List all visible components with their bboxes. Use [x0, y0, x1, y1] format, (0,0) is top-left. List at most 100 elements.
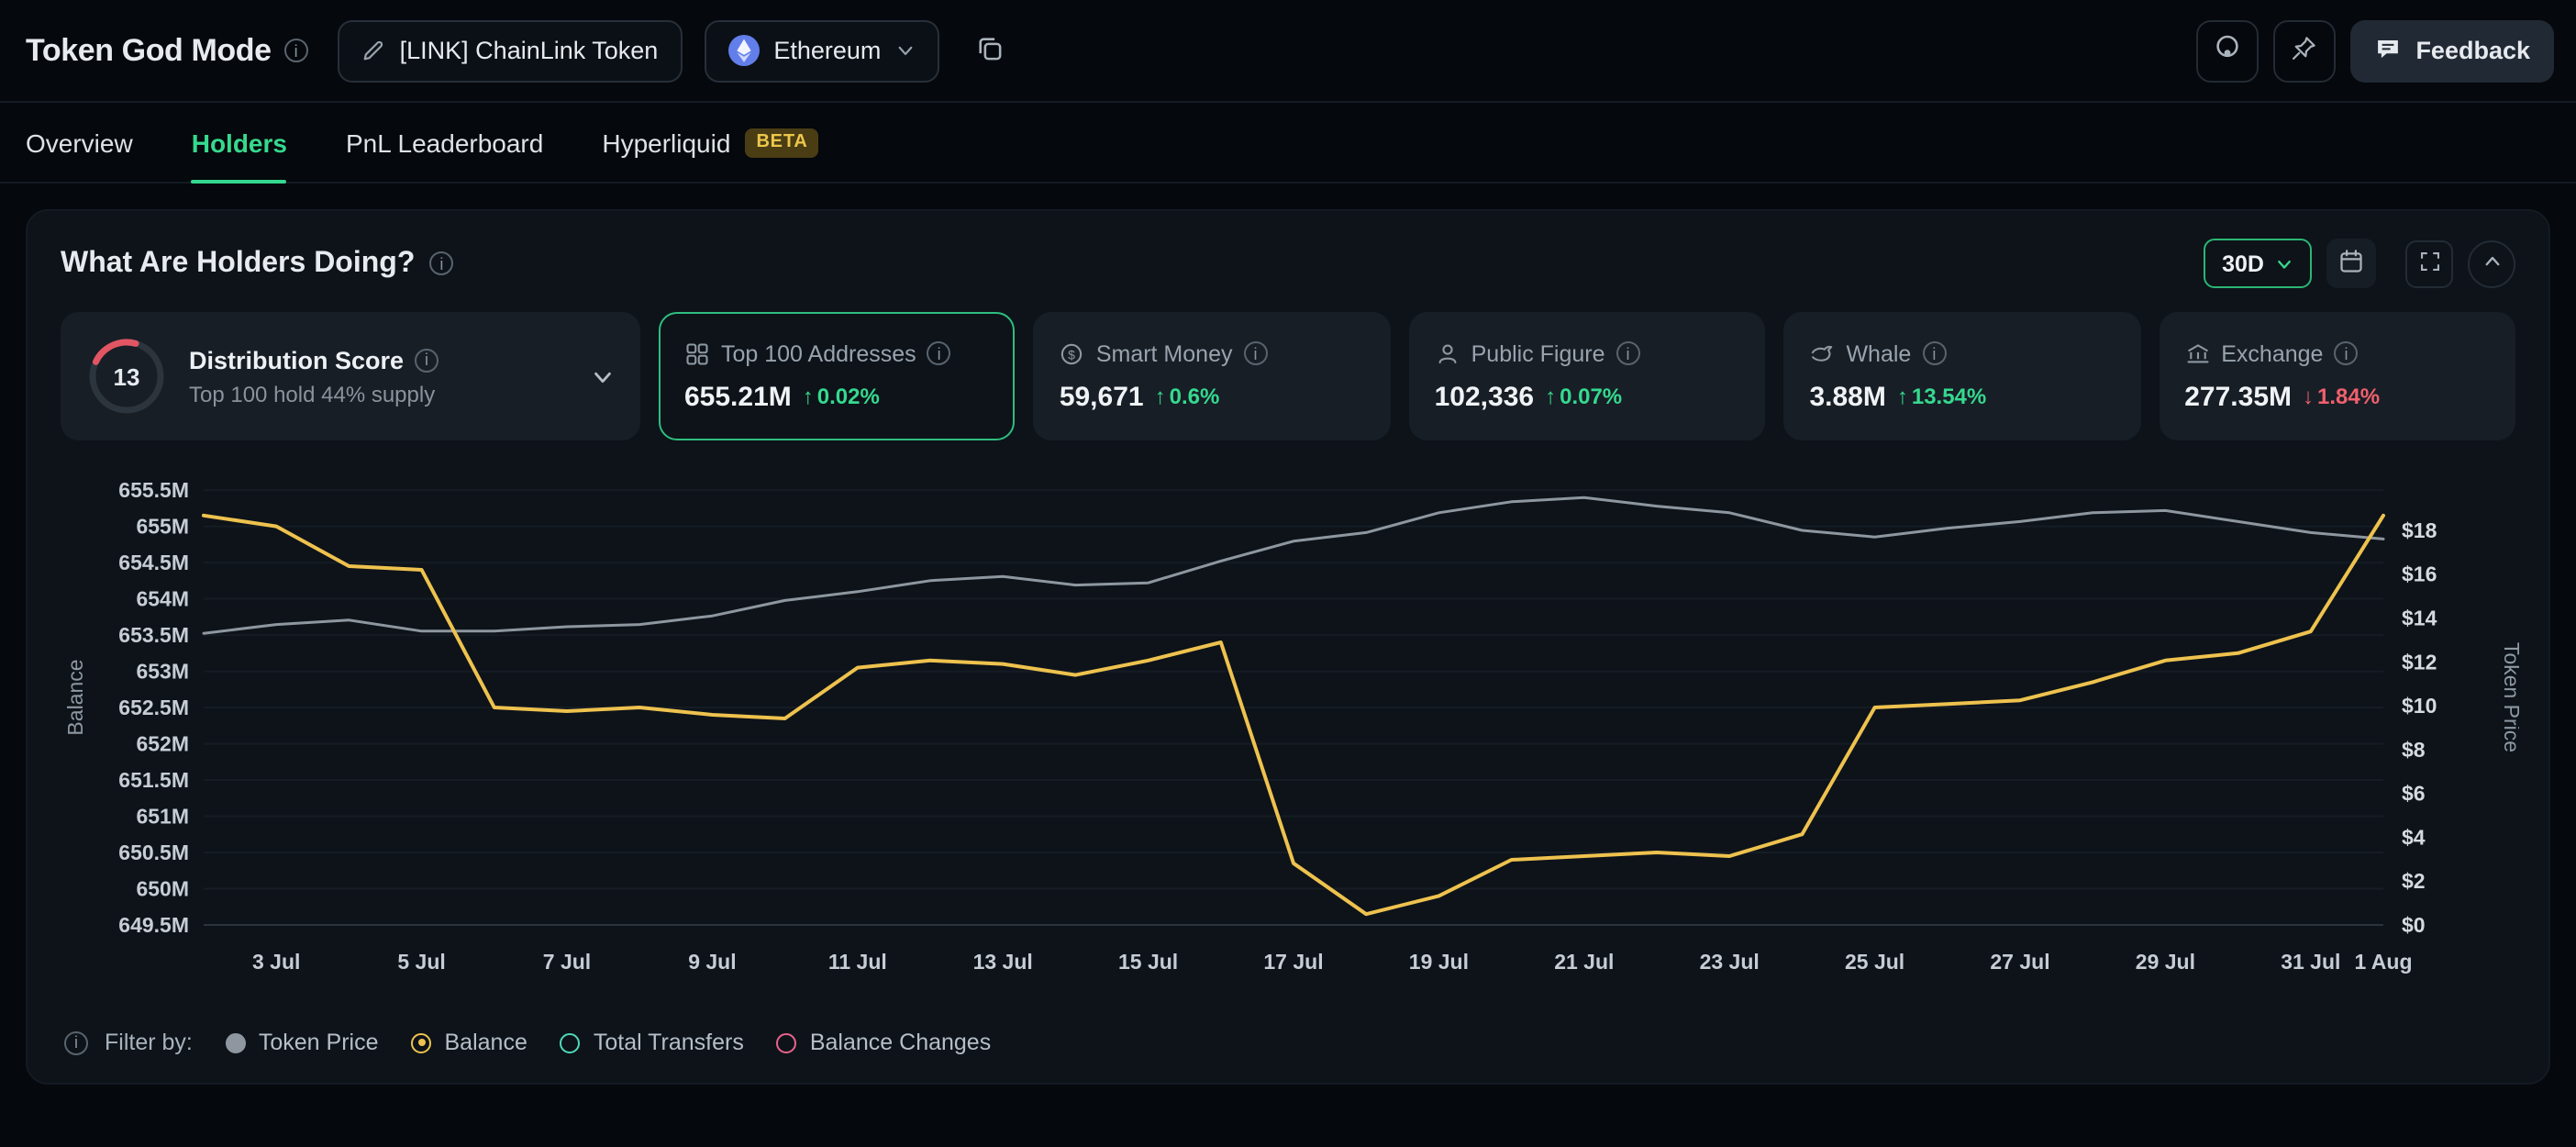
- legend-label: Balance: [445, 1030, 527, 1055]
- info-icon[interactable]: [927, 341, 951, 365]
- svg-text:$10: $10: [2402, 694, 2437, 718]
- legend-item-balance-changes[interactable]: Balance Changes: [777, 1030, 991, 1055]
- stat-card-public-figure[interactable]: Public Figure 102,336 0.07%: [1409, 312, 1766, 440]
- top-100-addresses-icon: [684, 340, 710, 366]
- svg-text:653M: 653M: [136, 660, 189, 684]
- exchange-icon: [2184, 340, 2210, 366]
- chevron-down-icon[interactable]: [591, 364, 615, 388]
- legend-label: Token Price: [259, 1030, 379, 1055]
- fullscreen-button[interactable]: [2405, 239, 2453, 287]
- tab-hyperliquid[interactable]: Hyperliquid BETA: [602, 103, 818, 182]
- ethereum-logo-icon: [727, 35, 759, 66]
- holders-panel: What Are Holders Doing? 30D: [26, 209, 2550, 1085]
- stat-card-label: Exchange: [2221, 340, 2323, 366]
- svg-text:11 Jul: 11 Jul: [828, 950, 887, 974]
- stat-card-change: 0.07%: [1545, 384, 1622, 409]
- info-icon[interactable]: [64, 1030, 88, 1054]
- public-figure-icon: [1435, 340, 1460, 366]
- feedback-icon: [2373, 34, 2401, 67]
- svg-text:653.5M: 653.5M: [118, 623, 189, 647]
- info-icon[interactable]: [1244, 341, 1268, 365]
- svg-text:3 Jul: 3 Jul: [252, 950, 300, 974]
- stat-card-change: 0.02%: [803, 384, 880, 409]
- beta-badge: BETA: [745, 128, 818, 157]
- svg-text:13 Jul: 13 Jul: [973, 950, 1033, 974]
- svg-text:652.5M: 652.5M: [118, 696, 189, 719]
- tab-overview[interactable]: Overview: [26, 103, 133, 182]
- legend-item-token-price[interactable]: Token Price: [226, 1030, 379, 1055]
- legend-item-balance[interactable]: Balance: [412, 1030, 527, 1055]
- svg-text:23 Jul: 23 Jul: [1700, 950, 1760, 974]
- pin-icon: [2290, 34, 2317, 67]
- calendar-button[interactable]: [2326, 239, 2376, 288]
- stat-card-whale[interactable]: Whale 3.88M 13.54%: [1783, 312, 2140, 440]
- svg-text:$4: $4: [2402, 825, 2426, 849]
- svg-text:$12: $12: [2402, 650, 2437, 674]
- balance-changes-dot-icon: [777, 1032, 797, 1052]
- network-selector[interactable]: Ethereum: [704, 19, 939, 82]
- filter-by-label: Filter by:: [105, 1030, 193, 1055]
- tab-bar: Overview Holders PnL Leaderboard Hyperli…: [0, 103, 2576, 184]
- date-range-label: 30D: [2222, 251, 2264, 276]
- svg-text:Token Price: Token Price: [2500, 642, 2519, 752]
- calendar-icon: [2337, 247, 2365, 280]
- token-selector-label: [LINK] ChainLink Token: [400, 37, 659, 64]
- topbar-left: Token God Mode [LINK] ChainLink Token Et…: [22, 19, 1016, 82]
- tab-pnl-leaderboard[interactable]: PnL Leaderboard: [346, 103, 543, 182]
- svg-text:5 Jul: 5 Jul: [397, 950, 445, 974]
- network-selector-label: Ethereum: [773, 37, 881, 64]
- legend-label: Balance Changes: [810, 1030, 991, 1055]
- stat-card-smart-money[interactable]: $ Smart Money 59,671 0.6%: [1034, 312, 1391, 440]
- balance-dot-icon: [412, 1032, 432, 1052]
- stat-card-top-100-addresses[interactable]: Top 100 Addresses 655.21M 0.02%: [659, 312, 1016, 440]
- stat-card-label: Smart Money: [1096, 340, 1233, 366]
- legend-item-total-transfers[interactable]: Total Transfers: [561, 1030, 744, 1055]
- stat-card-value: 102,336: [1435, 381, 1534, 412]
- watch-button[interactable]: [2195, 19, 2258, 82]
- holders-chart[interactable]: 649.5M650M650.5M651M651.5M652M652.5M653M…: [61, 448, 2519, 1013]
- info-icon[interactable]: [429, 251, 453, 275]
- stat-card-label: Top 100 Addresses: [721, 340, 916, 366]
- pencil-icon: [361, 39, 385, 62]
- date-range-button[interactable]: 30D: [2204, 239, 2312, 288]
- main-content: What Are Holders Doing? 30D: [0, 184, 2576, 1110]
- info-icon[interactable]: [1922, 341, 1946, 365]
- stat-card-value: 277.35M: [2184, 381, 2292, 412]
- feedback-button[interactable]: Feedback: [2349, 19, 2554, 82]
- smart-money-icon: $: [1060, 340, 1085, 366]
- info-icon[interactable]: [1616, 341, 1640, 365]
- panel-controls: 30D: [2204, 239, 2515, 288]
- chevron-down-icon: [895, 40, 916, 61]
- svg-text:$6: $6: [2402, 782, 2426, 806]
- svg-text:17 Jul: 17 Jul: [1263, 950, 1323, 974]
- tab-label: PnL Leaderboard: [346, 128, 543, 157]
- distribution-score-gauge: 13: [86, 336, 167, 417]
- pin-button[interactable]: [2272, 19, 2335, 82]
- radar-icon: [2212, 33, 2241, 68]
- svg-text:Balance: Balance: [63, 659, 87, 735]
- stat-card-exchange[interactable]: Exchange 277.35M 1.84%: [2159, 312, 2515, 440]
- distribution-score-card[interactable]: 13 Distribution Score Top 100 hold 44% s…: [61, 312, 640, 440]
- token-selector[interactable]: [LINK] ChainLink Token: [338, 19, 683, 82]
- token-price-dot-icon: [226, 1032, 246, 1052]
- svg-text:15 Jul: 15 Jul: [1118, 950, 1178, 974]
- info-icon[interactable]: [284, 39, 308, 62]
- svg-text:651.5M: 651.5M: [118, 768, 189, 792]
- svg-text:654M: 654M: [136, 587, 189, 611]
- whale-icon: [1809, 340, 1835, 366]
- info-icon[interactable]: [415, 348, 439, 372]
- svg-text:$8: $8: [2402, 738, 2426, 762]
- svg-text:$16: $16: [2402, 562, 2437, 586]
- copy-button[interactable]: [961, 19, 1016, 82]
- svg-text:$: $: [1069, 346, 1076, 361]
- svg-text:$18: $18: [2402, 518, 2437, 542]
- tab-holders[interactable]: Holders: [192, 103, 287, 182]
- collapse-button[interactable]: [2468, 239, 2515, 287]
- svg-text:649.5M: 649.5M: [118, 913, 189, 937]
- svg-text:650M: 650M: [136, 877, 189, 901]
- legend-label: Total Transfers: [594, 1030, 744, 1055]
- stat-card-change: 1.84%: [2303, 384, 2380, 409]
- info-icon[interactable]: [2334, 341, 2358, 365]
- tab-label: Hyperliquid: [602, 128, 730, 157]
- panel-header: What Are Holders Doing? 30D: [61, 239, 2515, 288]
